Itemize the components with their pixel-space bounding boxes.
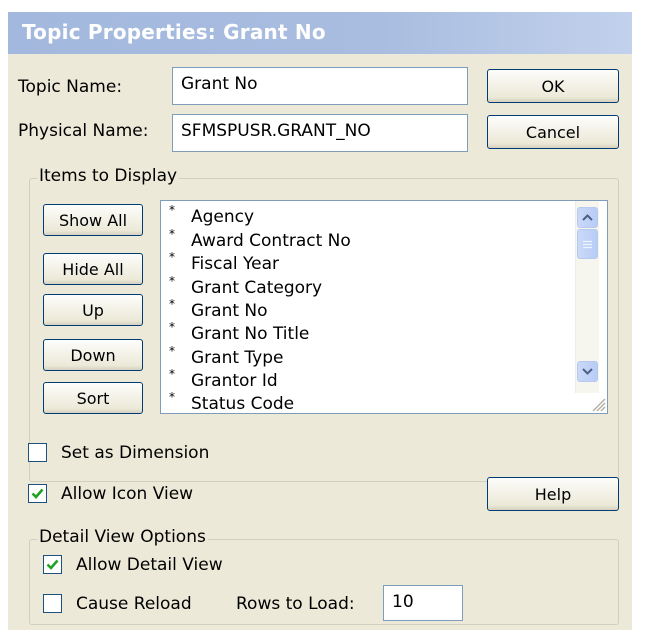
item-mark: *	[169, 203, 175, 217]
item-label: Agency	[191, 207, 255, 227]
up-button-label: Up	[82, 300, 104, 320]
item-label: Status Code	[191, 394, 295, 414]
help-button-label: Help	[534, 484, 572, 504]
sort-button[interactable]: Sort	[43, 382, 143, 414]
up-button[interactable]: Up	[43, 294, 143, 326]
item-mark: *	[169, 250, 175, 264]
item-label: Grant Category	[191, 278, 323, 298]
item-mark: *	[169, 344, 175, 358]
dialog-body: Topic Name: Grant No Physical Name: SFMS…	[8, 54, 632, 630]
down-button-label: Down	[70, 345, 116, 365]
title-bar[interactable]: Topic Properties: Grant No	[8, 12, 632, 54]
items-scrollbar[interactable]	[575, 201, 599, 393]
physical-name-field[interactable]: SFMSPUSR.GRANT_NO	[172, 114, 468, 152]
item-label: Grant No Title	[191, 324, 310, 344]
resize-grip-icon[interactable]	[588, 394, 606, 412]
item-mark: *	[169, 367, 175, 381]
allow-icon-view-label: Allow Icon View	[61, 484, 194, 504]
set-as-dimension-label: Set as Dimension	[61, 443, 210, 463]
item-mark: *	[169, 297, 175, 311]
cause-reload-label: Cause Reload	[76, 594, 192, 614]
show-all-button-label: Show All	[58, 210, 128, 230]
scroll-thumb[interactable]	[577, 229, 598, 259]
detail-view-options-title: Detail View Options	[37, 527, 208, 547]
sort-button-label: Sort	[76, 388, 110, 408]
allow-detail-view-label: Allow Detail View	[76, 555, 223, 575]
physical-name-label: Physical Name:	[18, 121, 149, 141]
items-to-display-title: Items to Display	[37, 166, 180, 186]
ok-button[interactable]: OK	[487, 69, 619, 103]
topic-name-field[interactable]: Grant No	[172, 67, 468, 105]
rows-to-load-field[interactable]: 10	[383, 585, 463, 621]
window-title: Topic Properties: Grant No	[22, 20, 326, 44]
cause-reload-checkbox[interactable]	[43, 594, 62, 613]
item-label: Grant Type	[191, 348, 284, 368]
scroll-up-arrow-icon[interactable]	[577, 207, 598, 228]
topic-properties-dialog: Topic Properties: Grant No Topic Name: G…	[0, 0, 648, 630]
scroll-down-arrow-icon[interactable]	[577, 361, 598, 382]
item-mark: *	[169, 320, 175, 334]
set-as-dimension-checkbox[interactable]	[28, 443, 47, 462]
physical-name-value: SFMSPUSR.GRANT_NO	[181, 121, 371, 141]
item-mark: *	[169, 227, 175, 241]
allow-detail-view-checkbox[interactable]	[43, 555, 62, 574]
check-mark-icon	[46, 559, 59, 570]
item-mark: *	[169, 390, 175, 404]
help-button[interactable]: Help	[487, 477, 619, 511]
items-listbox[interactable]: * Agency * Award Contract No * Fiscal Ye…	[160, 200, 608, 414]
rows-to-load-label: Rows to Load:	[236, 594, 355, 614]
item-label: Award Contract No	[191, 231, 351, 251]
item-mark: *	[169, 274, 175, 288]
item-label: Fiscal Year	[191, 254, 280, 274]
item-label: Grant No	[191, 301, 268, 321]
rows-to-load-value: 10	[392, 592, 414, 612]
cancel-button-label: Cancel	[525, 122, 581, 142]
hide-all-button-label: Hide All	[62, 259, 124, 279]
topic-name-label: Topic Name:	[18, 77, 123, 97]
hide-all-button[interactable]: Hide All	[43, 253, 143, 285]
down-button[interactable]: Down	[43, 339, 143, 371]
topic-name-value: Grant No	[181, 74, 258, 94]
show-all-button[interactable]: Show All	[43, 204, 143, 236]
cancel-button[interactable]: Cancel	[487, 115, 619, 149]
check-mark-icon	[31, 488, 44, 499]
item-label: Grantor Id	[191, 371, 278, 391]
allow-icon-view-checkbox[interactable]	[28, 484, 47, 503]
ok-button-label: OK	[541, 76, 565, 96]
